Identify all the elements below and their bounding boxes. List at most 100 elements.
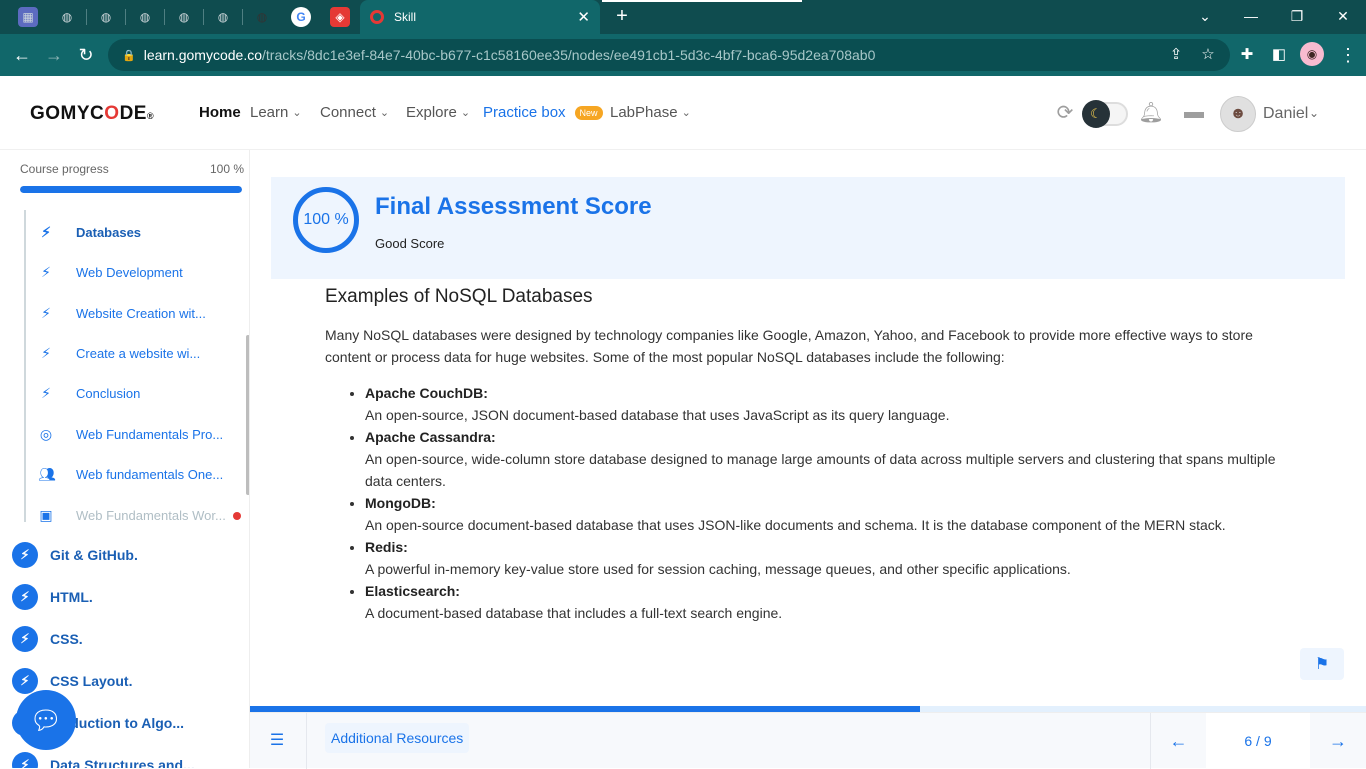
course-sidebar: Course progress 100 % ⚡︎ Databases ⚡︎ Web …	[0, 150, 250, 768]
outline-list-icon[interactable]: ☰	[266, 729, 288, 751]
nav-connect[interactable]: Connect ⌄	[320, 104, 389, 121]
active-tab[interactable]: Skill ✕	[360, 0, 600, 34]
sidebar-lesson-web-fundamentals-project[interactable]: ◎ Web Fundamentals Pro...	[38, 423, 223, 445]
sidebar-module-css-layout[interactable]: ⚡︎ CSS Layout.	[12, 668, 132, 694]
next-page-button[interactable]: →	[1310, 713, 1366, 769]
sidebar-lesson-conclusion[interactable]: ⚡︎ Conclusion	[38, 382, 140, 404]
chevron-down-icon[interactable]: ⌄	[1309, 106, 1319, 120]
bolt-icon: ⚡︎	[41, 304, 51, 321]
sidebar-lesson-web-fundamentals-one[interactable]: 👥︎ Web fundamentals One...	[38, 463, 223, 485]
course-progress-fill	[20, 186, 242, 193]
support-chat-button[interactable]: 💬︎	[16, 690, 76, 750]
workshop-icon: ▣	[39, 506, 53, 523]
nav-labphase[interactable]: LabPhase ⌄	[610, 104, 691, 121]
module-label: HTML.	[50, 589, 93, 605]
report-flag-button[interactable]: ⚑	[1300, 648, 1344, 680]
extensions-icon[interactable]: ✚	[1236, 43, 1258, 65]
course-progress-bar	[20, 186, 242, 193]
share-icon[interactable]: ⇪	[1165, 43, 1187, 65]
gomycode-logo[interactable]: GOMYCODE®	[30, 103, 154, 125]
arrow-left-icon: ←	[1169, 730, 1188, 751]
bolt-icon: ⚡︎	[12, 668, 38, 694]
bolt-icon: ⚡︎	[12, 626, 38, 652]
lesson-label: Website Creation wit...	[76, 305, 206, 321]
people-icon: 👥︎	[38, 465, 56, 482]
sidebar-module-data-structures[interactable]: ⚡︎ Data Structures and...	[12, 752, 195, 768]
nav-learn[interactable]: Learn ⌄	[250, 104, 302, 121]
browser-tab-strip: ▦ ◍ ◍ ◍ ◍ ◍ ◍ G ◈ Skill ✕ + ⌄ — ❐ ✕	[0, 0, 1366, 34]
lesson-label: Web Development	[76, 264, 183, 280]
reload-button[interactable]: ↻	[74, 43, 98, 67]
avatar[interactable]: ☻	[1220, 96, 1256, 132]
active-tab-title: Skill	[394, 10, 417, 24]
refresh-icon[interactable]: ⟳	[1053, 100, 1077, 124]
chat-icon[interactable]: ▬	[1182, 100, 1206, 124]
address-bar[interactable]: 🔒 learn.gomycode.co/tracks/8dc1e3ef-84e7…	[108, 39, 1230, 71]
dark-mode-toggle[interactable]: ☾	[1082, 100, 1128, 128]
tab-search-icon[interactable]: ⌄	[1193, 4, 1217, 28]
lesson-content: 100 % Final Assessment Score Good Score …	[250, 150, 1366, 708]
browser-toolbar: ← → ↻ 🔒 learn.gomycode.co/tracks/8dc1e3e…	[0, 34, 1366, 76]
browser-profile-avatar[interactable]: ◉	[1300, 42, 1324, 66]
sidebar-lesson-create-website[interactable]: ⚡︎ Create a website wi...	[38, 342, 200, 364]
sidebar-module-git-github[interactable]: ⚡︎ Git & GitHub.	[12, 542, 138, 568]
nav-home[interactable]: Home	[199, 104, 241, 121]
module-label: Data Structures and...	[50, 757, 195, 768]
lesson-label: Web fundamentals One...	[76, 466, 224, 482]
opera-icon	[370, 10, 384, 24]
lesson-label: Conclusion	[76, 385, 141, 401]
sidebar-lesson-web-development[interactable]: ⚡︎ Web Development	[38, 261, 183, 283]
tab-favicon[interactable]: ◈	[330, 7, 350, 27]
sidebar-module-html[interactable]: ⚡︎ HTML.	[12, 584, 93, 610]
bookmark-star-icon[interactable]: ☆	[1197, 43, 1219, 65]
close-window-button[interactable]: ✕	[1331, 4, 1355, 28]
new-tab-button[interactable]: +	[610, 4, 634, 28]
side-panel-icon[interactable]: ◧	[1268, 43, 1290, 65]
page-indicator: 6 / 9	[1206, 713, 1310, 769]
course-progress-value: 100 %	[210, 162, 245, 176]
course-progress-label: Course progress	[20, 162, 109, 176]
arrow-right-icon: →	[1329, 730, 1347, 751]
back-button[interactable]: ←	[10, 43, 34, 67]
chevron-down-icon: ⌄	[292, 107, 302, 119]
globe-icon[interactable]: ◍	[96, 7, 116, 27]
site-header: GOMYCODE® Home Learn ⌄ Connect ⌄ Explore ⌄ …	[0, 76, 1366, 150]
globe-icon[interactable]: ◍	[213, 7, 233, 27]
browser-menu-icon[interactable]: ⋮	[1336, 42, 1360, 68]
tab-loading-bar	[602, 0, 802, 2]
lock-icon[interactable]: 🔒	[122, 49, 136, 62]
globe-icon[interactable]: ◍	[174, 7, 194, 27]
tab-favicon[interactable]: ◍	[252, 7, 272, 27]
lesson-label: Create a website wi...	[76, 345, 201, 361]
tab-separator	[242, 9, 243, 25]
nav-explore[interactable]: Explore ⌄	[406, 104, 470, 121]
lesson-label: Databases	[76, 224, 142, 240]
score-subtitle: Good Score	[375, 236, 445, 251]
close-tab-icon[interactable]: ✕	[577, 8, 590, 26]
nav-practice-box[interactable]: Practice box New	[483, 104, 603, 121]
restore-button[interactable]: ❐	[1285, 4, 1309, 28]
user-name[interactable]: Daniel	[1263, 105, 1308, 123]
lesson-label: Web Fundamentals Wor...	[76, 507, 226, 523]
google-icon[interactable]: G	[291, 7, 311, 27]
lesson-label: Web Fundamentals Pro...	[76, 426, 224, 442]
tab-separator	[203, 9, 204, 25]
globe-icon[interactable]: ◍	[57, 7, 77, 27]
sidebar-lesson-web-fundamentals-workshop[interactable]: ▣ Web Fundamentals Wor...	[38, 504, 226, 526]
bolt-icon: ⚡︎	[41, 223, 51, 240]
article: Examples of NoSQL Databases Many NoSQL d…	[325, 286, 1285, 624]
bell-icon[interactable]: 🔔︎	[1138, 100, 1163, 124]
sidebar-lesson-databases[interactable]: ⚡︎ Databases	[38, 221, 141, 243]
sidebar-module-css[interactable]: ⚡︎ CSS.	[12, 626, 83, 652]
intro-paragraph: Many NoSQL databases were designed by te…	[325, 327, 1253, 365]
additional-resources-button[interactable]: Additional Resources	[325, 723, 470, 753]
previous-page-button[interactable]: ←	[1150, 713, 1206, 769]
globe-icon[interactable]: ◍	[135, 7, 155, 27]
sidebar-lesson-website-creation[interactable]: ⚡︎ Website Creation wit...	[38, 302, 206, 324]
flag-icon: ⚑	[1314, 656, 1330, 673]
forward-button[interactable]: →	[42, 43, 66, 67]
tab-separator	[164, 9, 165, 25]
app-favicon[interactable]: ▦	[18, 7, 38, 27]
bolt-icon: ⚡︎	[41, 263, 51, 280]
minimize-button[interactable]: —	[1239, 4, 1263, 28]
